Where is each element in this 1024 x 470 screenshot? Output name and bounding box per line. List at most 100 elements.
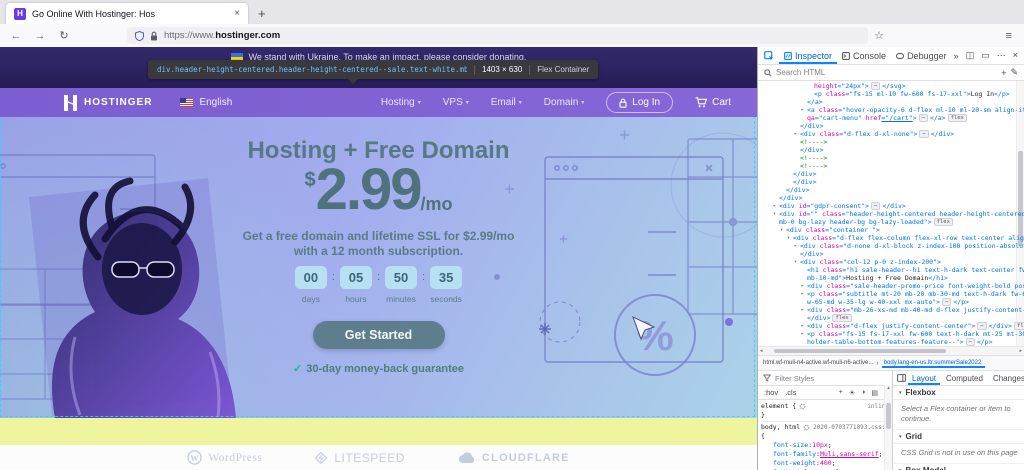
rule-source-link[interactable]: 2020-0703771093.css:4 (813, 423, 889, 432)
add-node-icon[interactable]: + (1001, 68, 1006, 78)
css-declaration[interactable]: font-weight: 400; (761, 459, 889, 468)
rules-scrollbar[interactable]: ▴ (884, 385, 892, 470)
markup-line[interactable]: ▸<p class="subtitle mt-20 mb-20 mb-30-md… (758, 290, 1024, 298)
markup-line[interactable]: ▸<div class="mb-26-xs-md mb-40-md d-flex… (758, 306, 1024, 314)
header-nav: Hosting▾ VPS▾ Email▾ Domain▾ (381, 97, 584, 108)
markup-line[interactable]: ▸<div id="gdpr-consent">⋯</div> (758, 202, 1024, 210)
dark-scheme-icon[interactable]: ◑ (861, 389, 865, 397)
markup-line[interactable]: ▸<div class="sale-header-promo-price fon… (758, 282, 1024, 290)
markup-line[interactable]: ▾<div class="container "> (758, 226, 1024, 234)
tab-changes[interactable]: Changes (989, 371, 1024, 385)
breadcrumb-body[interactable]: body.lang-en-us.ltr.summerSale2022. (882, 359, 985, 368)
markup-line[interactable]: ▸<div class="d-flex d-xl-none">⋯</div> (758, 130, 1024, 138)
tab-overflow-icon[interactable]: » (954, 51, 959, 61)
devtools-panel: Inspector Console Debugger » ◫ ▭ ⋯ × (757, 47, 1024, 470)
filter-styles-input[interactable]: Filter Styles (758, 371, 892, 386)
tab-layout[interactable]: Layout (908, 371, 940, 385)
new-tab-button[interactable]: + (258, 6, 266, 21)
markup-line[interactable]: ▾<div id="" class="header-height-centere… (758, 210, 1024, 218)
login-button[interactable]: Log In (606, 92, 673, 113)
sidebar-toggle-icon[interactable] (897, 374, 906, 382)
markup-line[interactable]: ▸<div class="d-none d-xl-block z-index-1… (758, 242, 1024, 250)
devtools-close-icon[interactable]: × (1013, 50, 1018, 61)
markup-line[interactable]: ▾<div class="col-12 p-0 z-index-200"> (758, 258, 1024, 266)
section-grid[interactable]: ▾Grid (893, 430, 1024, 444)
bookmark-star-icon[interactable]: ☆ (874, 29, 884, 42)
rules-pane: Filter Styles :hov .cls + ☀ ◑ ▤ element … (758, 371, 893, 470)
css-declaration[interactable]: font-size: 10px; (761, 441, 889, 450)
markup-line[interactable]: </div> (758, 250, 1024, 258)
markup-line[interactable]: w-65-md w-35-lg w-40-xxl mx-auto">⋯</p> (758, 298, 1024, 306)
url-bar[interactable]: https://www.hostinger.com (127, 27, 868, 44)
guarantee-note: ✓30-day money-back guarantee (0, 362, 757, 375)
get-started-button[interactable]: Get Started (313, 321, 445, 349)
markup-line[interactable]: ▸<p class="fs-15 fs-17-xxl fw-600 text-h… (758, 330, 1024, 338)
markup-line[interactable]: ▾<div class="d-flex flex-column flex-xl-… (758, 234, 1024, 242)
pseudo-class-button[interactable]: :hov (764, 388, 778, 397)
markup-line[interactable]: </div> (758, 146, 1024, 154)
forward-icon[interactable]: → (28, 30, 52, 42)
markup-line[interactable]: </div> (758, 170, 1024, 178)
section-flexbox[interactable]: ▾Flexbox (893, 386, 1024, 400)
reload-icon[interactable]: ↻ (52, 29, 76, 42)
cart-button[interactable]: Cart (695, 97, 731, 108)
markup-line[interactable]: </div> (758, 122, 1024, 130)
markup-line[interactable]: <!----> (758, 138, 1024, 146)
page-viewport: We stand with Ukraine. To make an impact… (0, 47, 757, 470)
language-selector[interactable]: English (180, 97, 232, 108)
markup-line[interactable]: </div>flex (758, 314, 1024, 322)
search-html-bar[interactable]: Search HTML + ✎ (758, 65, 1024, 81)
markup-line[interactable]: </div> (758, 186, 1024, 194)
countdown-hours: 05hours (340, 266, 372, 304)
section-box-model[interactable]: ▾Box Model (893, 464, 1024, 470)
class-toggle-button[interactable]: .cls (785, 388, 796, 397)
markup-line[interactable]: <h1 class="h1 sale-header--h1 text-h-dar… (758, 266, 1024, 274)
markup-tree[interactable]: height="24px">⋯</svg><p class="fs-15 ml-… (758, 81, 1024, 346)
markup-line[interactable]: height="24px">⋯</svg> (758, 82, 1024, 90)
markup-line[interactable]: <!----> (758, 154, 1024, 162)
markup-line[interactable]: <!----> (758, 162, 1024, 170)
markup-line[interactable]: qa="cart-menu" href="/cart">⋯</a>flex (758, 114, 1024, 122)
markup-line[interactable]: </a> (758, 98, 1024, 106)
css-declaration[interactable]: font-family: Muli,sans-serif; (761, 450, 889, 459)
tab-debugger[interactable]: Debugger (891, 47, 952, 64)
markup-line[interactable]: holder-table-bottom-features-feature--">… (758, 338, 1024, 346)
markup-line[interactable]: ▸<div class="d-flex justify-content-cent… (758, 322, 1024, 330)
print-sim-icon[interactable]: ▤ (871, 389, 878, 397)
light-scheme-icon[interactable]: ☀ (849, 389, 855, 397)
language-label: English (199, 97, 232, 108)
hero-section: % (0, 117, 757, 418)
markup-line[interactable]: mb-0 bg-lazy header-bg bg-lazy-loaded">f… (758, 218, 1024, 226)
tab-console[interactable]: Console (837, 47, 891, 64)
markup-line[interactable]: </div> (758, 178, 1024, 186)
console-icon (842, 52, 850, 60)
add-rule-icon[interactable]: + (839, 389, 843, 397)
breadcrumb-html[interactable]: html.wf-muli-n4-active.wf-muli-n6-active… (763, 360, 873, 366)
search-icon (764, 69, 772, 77)
nav-item-vps[interactable]: VPS▾ (443, 97, 469, 108)
browser-tab[interactable]: H Go Online With Hostinger: Hos × (6, 3, 248, 24)
eyedropper-icon[interactable]: ✎ (1010, 67, 1018, 78)
litespeed-icon (314, 451, 328, 465)
markup-line[interactable]: <p class="fs-15 ml-10 fw-600 fs-17-xxl">… (758, 90, 1024, 98)
markup-line[interactable]: ▸<a class="hover-opacity-6 d-flex ml-10 … (758, 106, 1024, 114)
back-icon[interactable]: ← (4, 30, 28, 42)
tab-computed[interactable]: Computed (942, 371, 987, 385)
tree-horizontal-scrollbar[interactable]: ◂ ▸ (758, 346, 1024, 355)
nav-item-domain[interactable]: Domain▾ (544, 97, 584, 108)
tab-close-icon[interactable]: × (234, 8, 240, 19)
responsive-mode-icon[interactable]: ▭ (981, 50, 990, 61)
markup-line[interactable]: </div> (758, 194, 1024, 202)
tab-inspector[interactable]: Inspector (779, 47, 837, 64)
markup-line[interactable]: mb-10-md">Hosting + Free Domain</h1> (758, 274, 1024, 282)
debugger-icon (896, 52, 904, 60)
split-console-icon[interactable]: ◫ (966, 50, 975, 61)
pick-element-icon[interactable] (764, 51, 774, 61)
nav-item-hosting[interactable]: Hosting▾ (381, 97, 421, 108)
devtools-menu-icon[interactable]: ⋯ (997, 50, 1006, 61)
shield-icon[interactable] (135, 31, 144, 41)
app-menu-icon[interactable]: ≡ (1006, 30, 1012, 42)
scroll-left-icon: ◂ (760, 348, 763, 354)
nav-item-email[interactable]: Email▾ (491, 97, 522, 108)
hostinger-logo[interactable]: HOSTINGER (64, 95, 152, 111)
